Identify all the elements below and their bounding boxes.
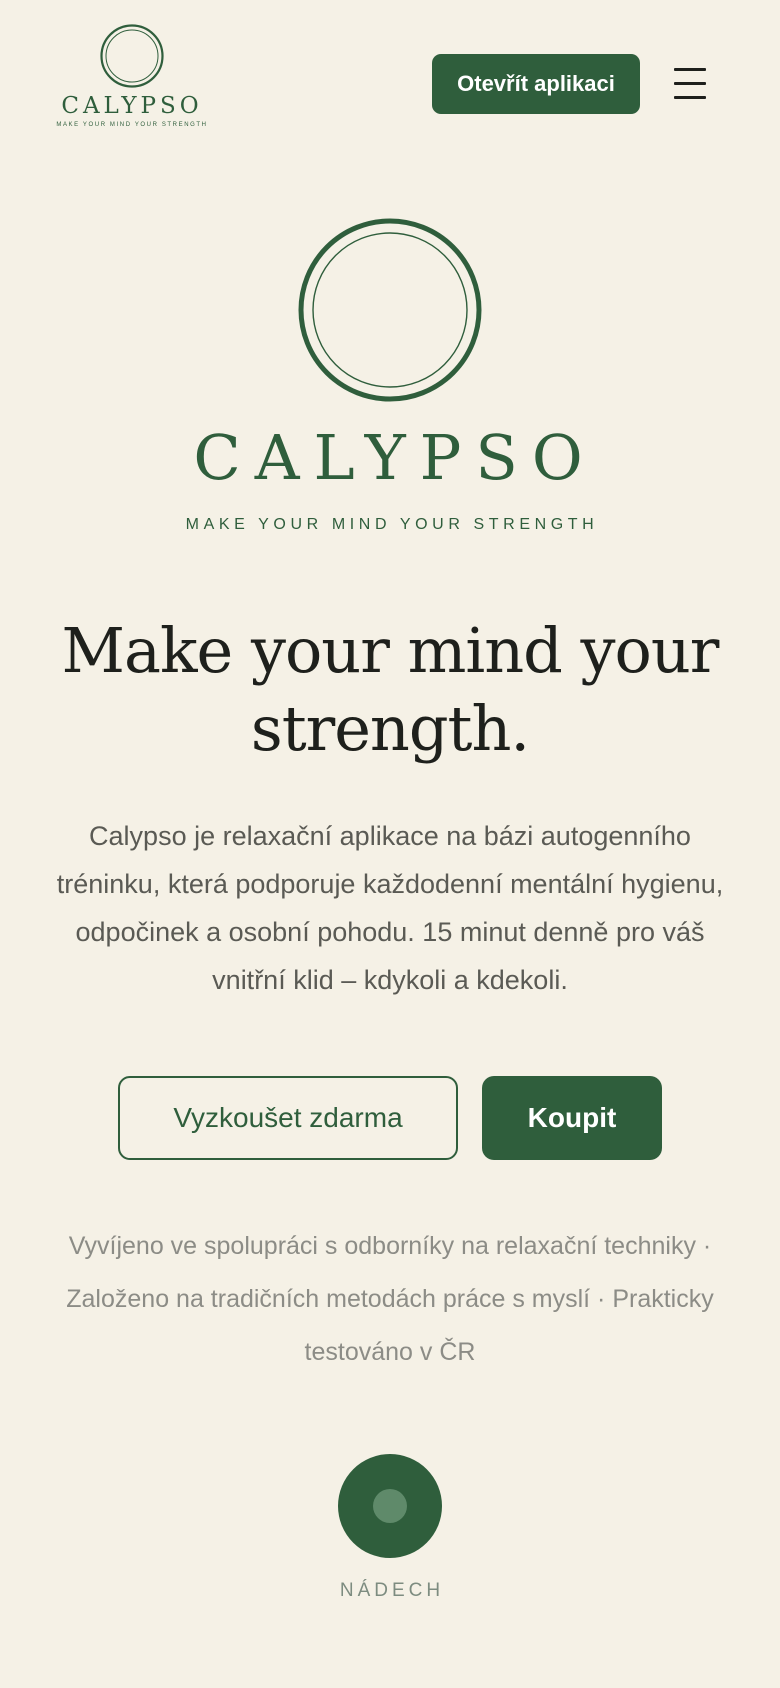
headline-line-2: strength. [250,692,530,765]
header-logo[interactable]: CALYPSO MAKE YOUR MIND YOUR STRENGTH [52,24,212,128]
breathing-label: NÁDECH [339,1580,445,1601]
hero-description: Calypso je relaxační aplikace na bázi au… [56,821,724,995]
try-free-button[interactable]: Vyzkoušet zdarma [118,1076,458,1160]
logo-ring-icon [100,24,164,88]
trust-note: Vyvíjeno ve spolupráci s odborníky na re… [66,1232,714,1366]
page-headline: Make your mind your strength. [40,612,740,768]
buy-button[interactable]: Koupit [482,1076,662,1160]
hero-logo-ring-icon [298,218,482,402]
hamburger-menu-icon [674,68,706,99]
header-logo-tagline: MAKE YOUR MIND YOUR STRENGTH [56,122,208,128]
hero-brand-tagline: MAKE YOUR MIND YOUR STRENGTH [185,516,599,533]
hero-brand-name: CALYPSO [193,421,597,494]
breathing-dot [373,1489,407,1523]
headline-line-1: Make your mind your [61,614,720,687]
menu-button[interactable] [670,60,710,106]
open-app-button[interactable]: Otevřít aplikaci [432,54,640,114]
header-logo-wordmark: CALYPSO [61,93,203,119]
breathing-circle[interactable] [338,1454,442,1558]
site-header: CALYPSO MAKE YOUR MIND YOUR STRENGTH Ote… [0,0,780,160]
